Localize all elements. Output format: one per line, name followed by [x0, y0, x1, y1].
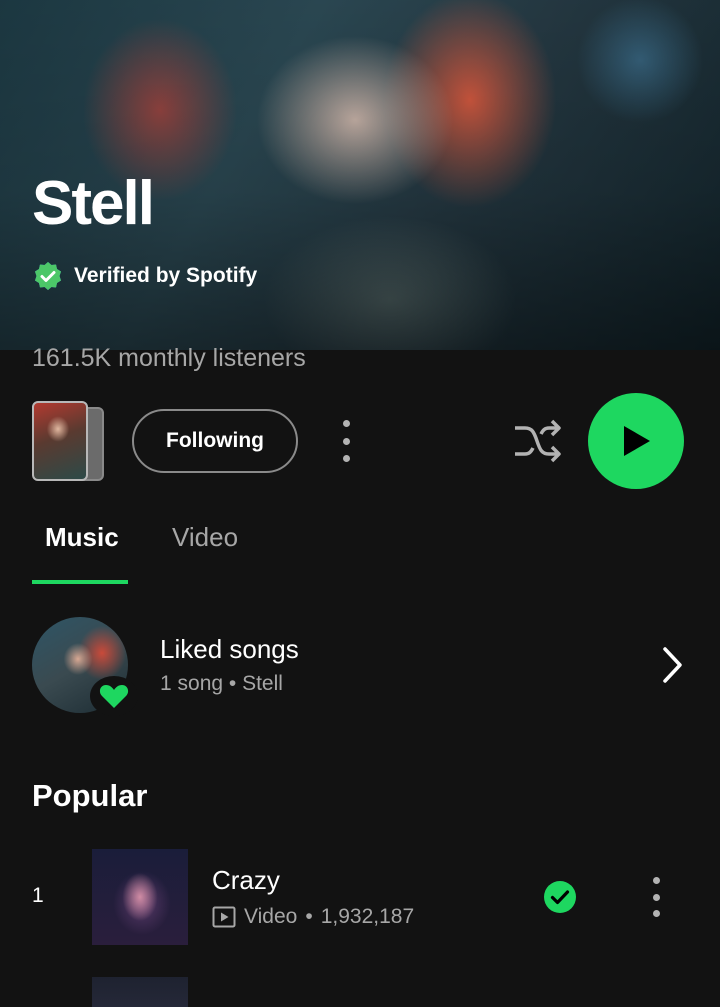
artist-hero-image: Stell Verified by Spotify: [0, 0, 720, 350]
following-button[interactable]: Following: [132, 409, 298, 473]
track-meta: Video • 1,932,187: [212, 905, 414, 929]
popular-heading: Popular: [32, 778, 148, 813]
tab-music[interactable]: Music: [45, 520, 119, 554]
verified-check-icon: [35, 262, 61, 290]
track-title: Crazy: [212, 865, 280, 895]
liked-songs-subtitle: 1 song • Stell: [160, 672, 283, 695]
liked-heart-badge: [90, 676, 138, 716]
artist-name: Stell: [32, 169, 155, 238]
play-icon: [624, 426, 650, 456]
track-plays: 1,932,187: [320, 905, 415, 928]
shuffle-icon[interactable]: [512, 418, 562, 464]
track-more-options-icon[interactable]: [640, 877, 672, 917]
thumbnail-front-card: [32, 401, 88, 481]
play-button[interactable]: [588, 393, 684, 489]
verified-label: Verified by Spotify: [74, 264, 258, 287]
track-rank: 1: [32, 884, 44, 907]
next-track-artwork: [92, 977, 188, 1007]
video-icon: [212, 906, 236, 928]
artist-preview-thumbnail[interactable]: [32, 401, 104, 481]
track-row[interactable]: 1 Crazy Video • 1,932,187: [0, 849, 720, 945]
tab-selected-indicator: [32, 580, 128, 584]
chevron-right-icon[interactable]: [660, 646, 686, 684]
tab-video[interactable]: Video: [172, 520, 238, 554]
more-options-icon[interactable]: [330, 420, 362, 462]
downloaded-check-icon: [544, 881, 576, 913]
track-type: Video: [244, 905, 298, 928]
heart-icon: [99, 685, 129, 708]
track-artwork: [92, 849, 188, 945]
liked-songs-title[interactable]: Liked songs: [160, 634, 299, 665]
monthly-listeners: 161.5K monthly listeners: [32, 344, 306, 372]
meta-separator: •: [305, 905, 313, 928]
verified-badge: Verified by Spotify: [32, 260, 257, 292]
